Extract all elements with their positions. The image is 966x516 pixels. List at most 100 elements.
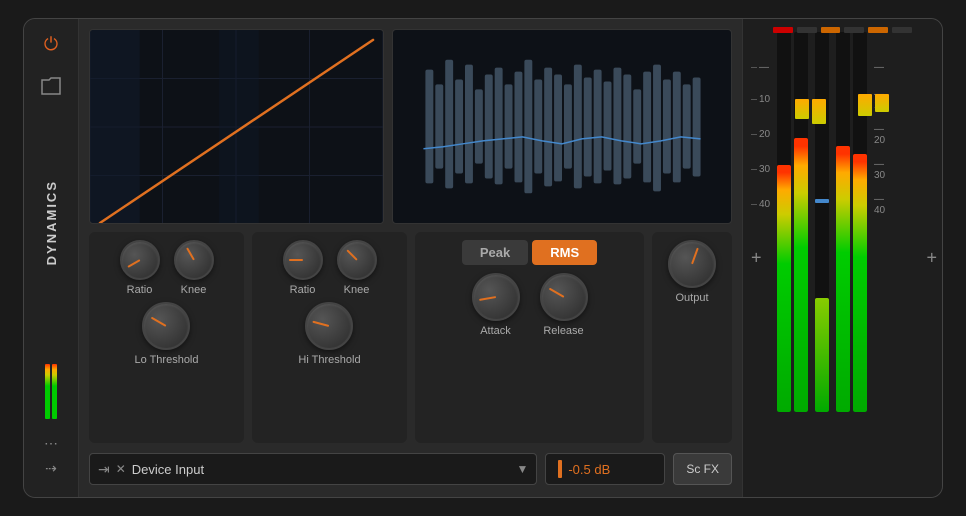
- attack-knob[interactable]: [472, 273, 520, 321]
- lo-compressor-section: Ratio Knee Lo Threshold: [89, 232, 244, 443]
- hi-threshold-knob[interactable]: [305, 302, 353, 350]
- right-scale-40: — 40: [874, 187, 896, 222]
- sc-fx-button[interactable]: Sc FX: [673, 453, 732, 485]
- main-content: Ratio Knee Lo Threshold: [79, 19, 742, 497]
- attack-indicator: [479, 296, 496, 301]
- bottom-icons: ⋯ ⇢: [44, 364, 58, 487]
- scale-mark-top: —: [751, 52, 773, 82]
- right-meter-scale: — — 10 — 20 — 30 — 40: [871, 32, 896, 222]
- remove-input-button[interactable]: ✕: [116, 462, 126, 476]
- clip-none-3: [892, 27, 912, 33]
- lo-knee-knob[interactable]: [174, 240, 214, 280]
- hi-knob-row: Ratio Knee: [283, 240, 377, 296]
- peak-rms-row: Peak RMS: [462, 240, 597, 265]
- lo-threshold-group: Lo Threshold: [134, 302, 198, 366]
- arrow-right-icon[interactable]: ⇢: [45, 460, 57, 477]
- hi-ratio-label: Ratio: [290, 284, 316, 296]
- input-label: Device Input: [132, 462, 511, 477]
- release-knob[interactable]: [540, 273, 588, 321]
- scale-mark-10: 10: [751, 82, 773, 117]
- meter-bar-gr: [815, 32, 829, 412]
- clip-red-1: [773, 27, 793, 33]
- left-sidebar: ⏻ DYNAMICS ⋯ ⇢: [24, 19, 79, 497]
- meter-group-1: [777, 32, 808, 412]
- output-indicator: [691, 248, 699, 265]
- hi-compressor-section: Ratio Knee Hi Threshold: [252, 232, 407, 443]
- release-indicator: [548, 288, 564, 298]
- output-label: Output: [675, 292, 708, 304]
- bottom-bar: ⇥ ✕ Device Input ▼ -0.5 dB Sc FX: [89, 451, 732, 487]
- yellow-segment-3: [858, 94, 872, 116]
- power-button[interactable]: ⏻: [36, 29, 66, 59]
- mini-meter-bar-1: [45, 364, 50, 419]
- attack-group: Attack: [472, 273, 520, 337]
- lo-knee-indicator: [186, 247, 195, 260]
- yellow-segment-1: [795, 99, 809, 119]
- meter-area: — 10 20 30 40: [751, 27, 934, 489]
- left-meter-scale: — 10 20 30 40: [751, 32, 773, 222]
- scale-mark-20: 20: [751, 117, 773, 152]
- yellow-segment-4: [875, 94, 889, 112]
- input-icon: ⇥: [98, 461, 110, 478]
- hi-knee-label: Knee: [344, 284, 370, 296]
- gain-display: -0.5 dB: [545, 453, 665, 485]
- right-scale-top: —: [874, 52, 896, 82]
- folder-button[interactable]: [36, 71, 66, 101]
- hi-threshold-label: Hi Threshold: [298, 354, 360, 366]
- expand-right-button[interactable]: +: [926, 248, 937, 269]
- lo-knee-group: Knee: [174, 240, 214, 296]
- clip-indicators: [773, 27, 912, 33]
- lo-knee-label: Knee: [181, 284, 207, 296]
- lo-threshold-row: Lo Threshold: [101, 302, 232, 366]
- right-scale-30: — 30: [874, 152, 896, 187]
- hi-ratio-indicator: [289, 259, 303, 261]
- meter-bar-1: [777, 32, 791, 412]
- scale-mark-40: 40: [751, 187, 773, 222]
- dots-icon[interactable]: ⋯: [44, 435, 58, 452]
- clip-none-1: [797, 27, 817, 33]
- mini-meter-bottom: [45, 364, 57, 419]
- lo-ratio-label: Ratio: [127, 284, 153, 296]
- top-row: [89, 29, 732, 224]
- hi-knee-knob[interactable]: [337, 240, 377, 280]
- scale-mark-30: 30: [751, 152, 773, 187]
- folder-icon: [41, 77, 61, 95]
- meter-bar-2: [794, 32, 808, 412]
- hi-knee-group: Knee: [337, 240, 377, 296]
- output-section: Output: [652, 232, 732, 443]
- meter-fill-2: [794, 138, 808, 412]
- meter-fill-4: [853, 154, 867, 412]
- peak-button[interactable]: Peak: [462, 240, 528, 265]
- clip-orange-2: [868, 27, 888, 33]
- expand-left-button[interactable]: +: [751, 248, 762, 269]
- right-meter-section: + + — 10 20 30: [742, 19, 942, 497]
- hi-threshold-indicator: [313, 321, 330, 327]
- meter-fill-1: [777, 165, 791, 412]
- meter-group-3: [836, 32, 867, 412]
- hi-threshold-row: Hi Threshold: [264, 302, 395, 366]
- controls-row: Ratio Knee Lo Threshold: [89, 232, 732, 443]
- attack-label: Attack: [480, 325, 511, 337]
- output-knob[interactable]: [668, 240, 716, 288]
- waveform-display: [392, 29, 732, 224]
- meter-bar-3: [836, 32, 850, 412]
- lo-threshold-knob[interactable]: [142, 302, 190, 350]
- dynamics-label: DYNAMICS: [44, 180, 59, 265]
- input-selector[interactable]: ⇥ ✕ Device Input ▼: [89, 453, 537, 485]
- lo-knob-row: Ratio Knee: [120, 240, 214, 296]
- gain-value: -0.5 dB: [568, 462, 610, 477]
- mini-meter-bar-2: [52, 364, 57, 419]
- right-scale-20: — 20: [874, 117, 896, 152]
- lo-ratio-indicator: [127, 259, 140, 268]
- clip-orange-1: [821, 27, 841, 33]
- power-icon: ⏻: [44, 34, 58, 55]
- lo-ratio-knob[interactable]: [120, 240, 160, 280]
- rms-button[interactable]: RMS: [532, 240, 597, 265]
- release-label: Release: [543, 325, 583, 337]
- yellow-segment-2: [812, 99, 826, 124]
- input-dropdown-arrow[interactable]: ▼: [516, 462, 528, 476]
- hi-threshold-group: Hi Threshold: [298, 302, 360, 366]
- meter-fill-gr: [815, 298, 829, 412]
- hi-ratio-knob[interactable]: [283, 240, 323, 280]
- clip-none-2: [844, 27, 864, 33]
